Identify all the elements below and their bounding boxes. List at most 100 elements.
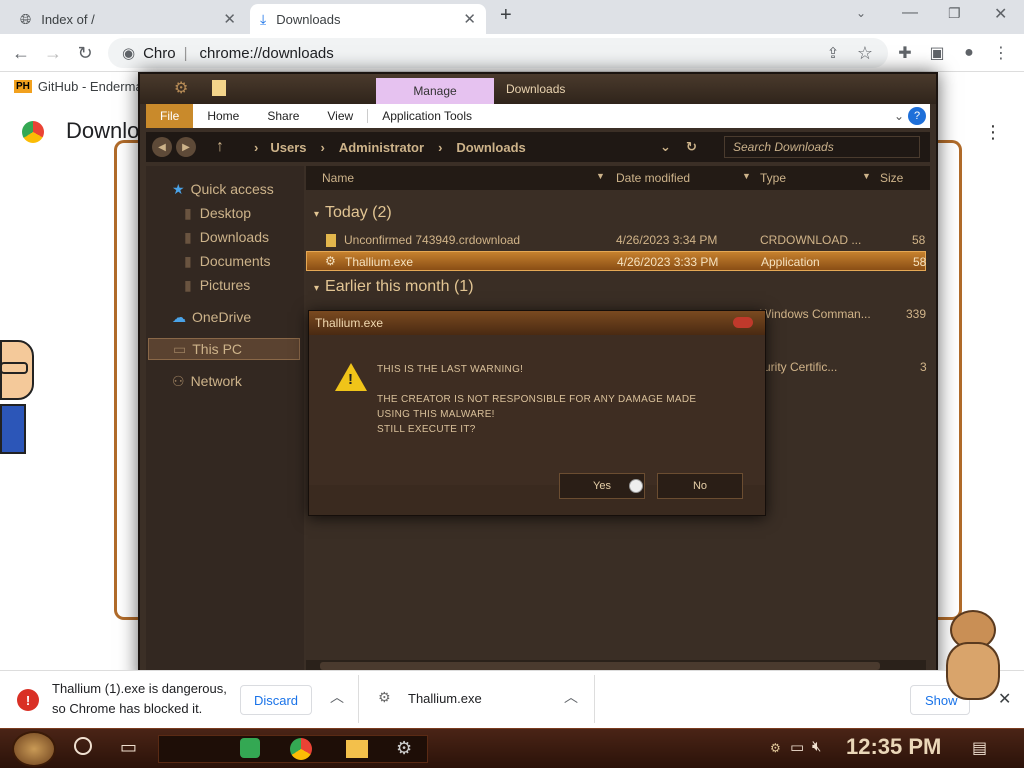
file-size: 3 xyxy=(920,360,927,374)
table-row[interactable]: Unconfirmed 743949.crdownload 4/26/2023 … xyxy=(306,230,926,250)
group-earlier[interactable]: ▾ Earlier this month (1) xyxy=(314,278,474,296)
tab-downloads[interactable]: ⤓ Downloads ✕ xyxy=(250,4,486,34)
extensions-icon[interactable]: ✚ xyxy=(892,40,918,66)
new-tab-button[interactable]: + xyxy=(500,4,512,27)
no-button[interactable]: No xyxy=(657,473,743,499)
chrome-taskbar-icon[interactable] xyxy=(290,738,312,760)
notifications-icon[interactable]: ▤ xyxy=(972,738,987,758)
taskbar-clock[interactable]: 12:35 PM xyxy=(846,734,941,760)
file-size: 58 xyxy=(913,255,927,269)
file-type: Windows Comman... xyxy=(760,307,871,321)
breadcrumb-users[interactable]: Users xyxy=(270,140,306,155)
tab-search-icon[interactable]: ⌄ xyxy=(856,6,866,20)
tab-index[interactable]: 🌐︎ Index of / ✕ xyxy=(10,4,246,34)
pictures-icon: ▮ xyxy=(184,276,192,293)
explorer-titlebar: ⚙ Manage Downloads xyxy=(140,74,936,104)
side-panel-icon[interactable]: ▣ xyxy=(924,40,950,66)
download-shelf: ! Thallium (1).exe is dangerous, so Chro… xyxy=(0,670,1024,728)
group-today[interactable]: ▾ Today (2) xyxy=(314,204,392,222)
tab-manage[interactable]: Manage xyxy=(376,78,494,104)
breadcrumb-administrator[interactable]: Administrator xyxy=(339,140,424,155)
tray-gear-icon[interactable]: ⚙ xyxy=(770,741,781,755)
close-tab-icon[interactable]: ✕ xyxy=(223,10,236,28)
address-bar[interactable]: ◉ Chro | chrome://downloads xyxy=(108,38,888,68)
exe-icon: ⚙ xyxy=(378,689,391,705)
col-name[interactable]: Name xyxy=(322,171,354,185)
address-dropdown-icon[interactable]: ⌄ xyxy=(660,139,671,155)
star-icon: ★ xyxy=(172,180,185,197)
back-icon[interactable]: ◀ xyxy=(152,137,172,157)
folder-icon xyxy=(212,80,226,96)
reload-button[interactable]: ↻ xyxy=(72,40,98,66)
warning-text-1: Thallium (1).exe is dangerous, xyxy=(52,681,227,696)
navigation-pane: ★ Quick access ▮ Desktop ▮ Downloads ▮ Docum… xyxy=(146,166,304,676)
col-date[interactable]: Date modified xyxy=(616,171,690,185)
up-icon[interactable]: ↑ xyxy=(216,138,224,156)
nav-pictures[interactable]: ▮ Pictures xyxy=(184,274,250,296)
ribbon-expand-icon[interactable]: ⌄ xyxy=(890,109,908,123)
search-icon[interactable] xyxy=(74,737,92,755)
thallium-taskbar-icon[interactable]: ⚙ xyxy=(396,738,412,759)
nav-onedrive[interactable]: ☁ OneDrive xyxy=(172,306,251,328)
ribbon-view[interactable]: View xyxy=(313,109,367,123)
notes-app-icon[interactable] xyxy=(240,738,260,758)
explorer-title: Downloads xyxy=(506,82,566,96)
file-size: 339 xyxy=(906,307,927,321)
help-icon[interactable]: ? xyxy=(908,107,926,125)
file-type: Application xyxy=(761,255,820,269)
ribbon-share[interactable]: Share xyxy=(253,109,313,123)
dialog-close-button[interactable] xyxy=(733,317,753,328)
nav-this-pc[interactable]: ▭ This PC xyxy=(148,338,300,360)
nav-label: Pictures xyxy=(199,277,251,293)
bookmark-github[interactable]: GitHub - Enderma xyxy=(38,79,143,94)
file-name: Unconfirmed 743949.crdownload xyxy=(344,233,521,247)
omnibox-prefix: Chro xyxy=(143,44,176,62)
nav-network[interactable]: ⚇ Network xyxy=(172,370,242,392)
col-type[interactable]: Type xyxy=(760,171,786,185)
column-header: Name ▼ Date modified ▼ Type ▼ Size xyxy=(306,166,930,190)
back-button[interactable]: ← xyxy=(8,40,34,66)
forward-icon[interactable]: ▶ xyxy=(176,137,196,157)
refresh-icon[interactable]: ↻ xyxy=(686,139,697,155)
dialog-title: Thallium.exe xyxy=(309,311,765,335)
download-item-name[interactable]: Thallium.exe xyxy=(408,691,482,706)
bookmark-star-icon[interactable]: ☆ xyxy=(852,40,878,66)
danger-icon: ! xyxy=(17,689,39,711)
col-size[interactable]: Size xyxy=(880,171,903,185)
menu-icon[interactable]: ⋮ xyxy=(988,40,1014,66)
chevron-up-icon[interactable]: ︿ xyxy=(330,687,344,707)
file-date: 4/26/2023 3:34 PM xyxy=(616,233,718,247)
ribbon-file[interactable]: File xyxy=(146,104,194,128)
restore-button[interactable]: ❐ xyxy=(948,5,961,22)
file-explorer-taskbar-icon[interactable] xyxy=(346,740,368,758)
nav-documents[interactable]: ▮ Documents xyxy=(184,250,271,272)
forward-button[interactable]: → xyxy=(40,40,66,66)
nav-downloads[interactable]: ▮ Downloads xyxy=(184,226,269,248)
table-row-selected[interactable]: ⚙ Thallium.exe 4/26/2023 3:33 PM Applica… xyxy=(306,251,926,271)
sort-icon: ▼ xyxy=(742,171,751,181)
nav-desktop[interactable]: ▮ Desktop xyxy=(184,202,251,224)
share-icon[interactable]: ⇪ xyxy=(820,40,846,66)
chevron-up-icon[interactable]: ︿ xyxy=(564,687,578,707)
volume-muted-icon[interactable]: 🔇︎ xyxy=(812,738,821,755)
file-date: 4/26/2023 3:33 PM xyxy=(617,255,719,269)
cursor-icon xyxy=(629,479,643,493)
decor-frame-left xyxy=(114,140,138,620)
discard-button[interactable]: Discard xyxy=(240,685,312,715)
profile-avatar[interactable]: ● xyxy=(956,40,982,66)
ribbon-application-tools[interactable]: Application Tools xyxy=(367,109,486,123)
nav-quick-access[interactable]: ★ Quick access xyxy=(172,178,274,200)
search-input[interactable]: Search Downloads xyxy=(724,136,920,158)
close-window-button[interactable]: ✕ xyxy=(994,4,1007,24)
ribbon-home[interactable]: Home xyxy=(193,109,253,123)
scroll-thumb[interactable] xyxy=(320,662,880,670)
nav-label: OneDrive xyxy=(192,309,252,325)
close-tab-icon[interactable]: ✕ xyxy=(463,10,476,28)
minimize-button[interactable]: — xyxy=(902,4,918,22)
task-view-icon[interactable]: ▭ xyxy=(120,737,137,758)
breadcrumb-downloads[interactable]: Downloads xyxy=(456,140,525,155)
more-options-icon[interactable]: ⋮ xyxy=(984,122,1002,143)
network-tray-icon[interactable]: ▭ xyxy=(790,738,804,756)
warning-icon-mark: ! xyxy=(348,371,353,388)
start-button[interactable] xyxy=(12,731,56,767)
